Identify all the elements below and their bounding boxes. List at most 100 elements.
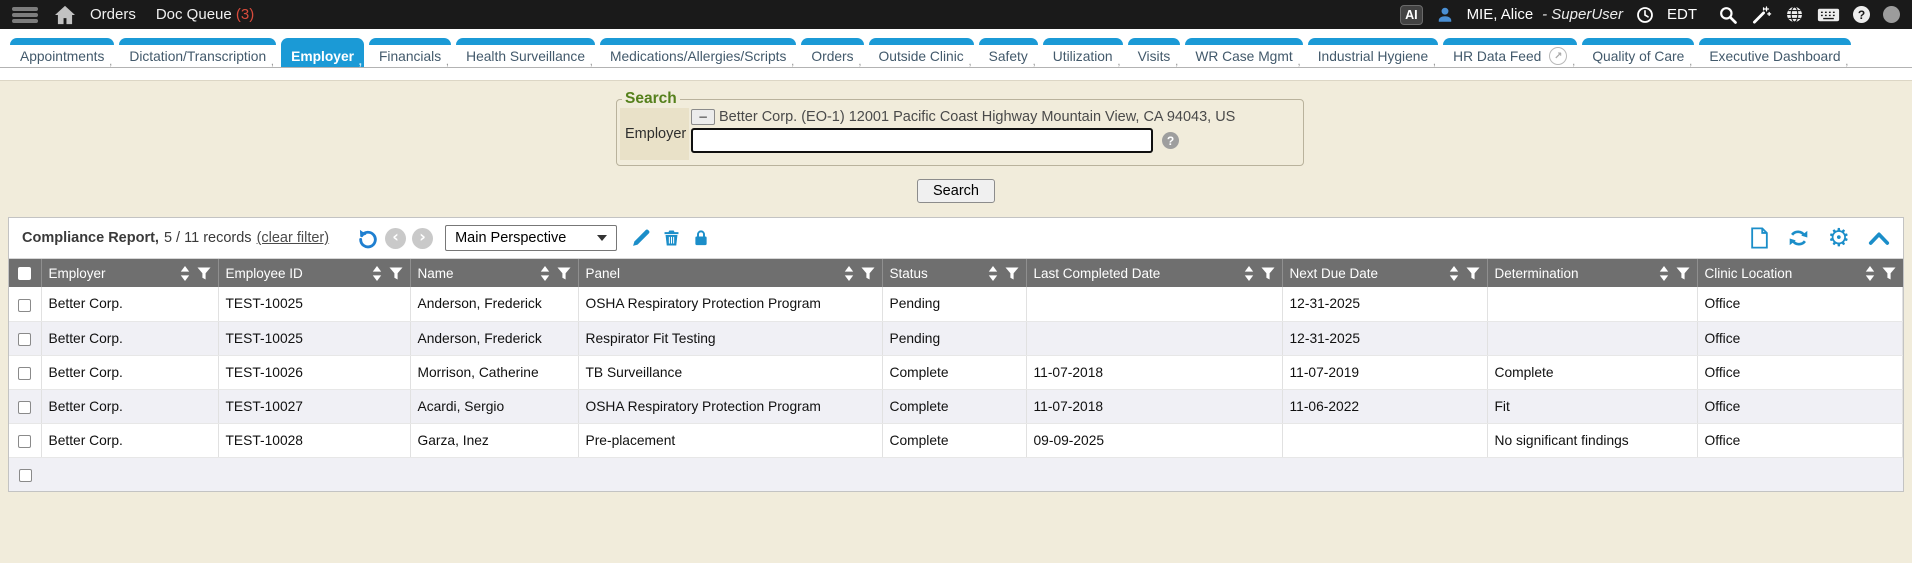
sort-icon[interactable] [988, 266, 998, 281]
tab-financials[interactable]: Financials [369, 38, 451, 67]
remove-employer-button[interactable]: − [691, 109, 715, 125]
cell-clinic-location: Office [1697, 287, 1903, 321]
home-icon[interactable] [54, 5, 76, 25]
selected-employer-value: Better Corp. (EO-1) 12001 Pacific Coast … [719, 109, 1235, 125]
new-entry-row[interactable] [9, 457, 1903, 491]
clear-filter-link[interactable]: (clear filter) [257, 230, 330, 246]
row-checkbox-cell [9, 389, 41, 423]
tab-health-surveillance[interactable]: Health Surveillance [456, 38, 595, 67]
cell-employer: Better Corp. [41, 355, 218, 389]
top-bar: Orders Doc Queue (3) AI MIE, Alice - Sup… [0, 0, 1912, 29]
tab-quality-of-care[interactable]: Quality of Care [1582, 38, 1694, 67]
delete-trash-icon[interactable] [662, 228, 681, 248]
tab-outside-clinic[interactable]: Outside Clinic [869, 38, 974, 67]
tab-orders[interactable]: Orders [801, 38, 863, 67]
new-row-checkbox[interactable] [19, 469, 32, 482]
doc-queue-menu-item[interactable]: Doc Queue (3) [156, 6, 254, 23]
row-checkbox[interactable] [18, 367, 31, 380]
tab-employer[interactable]: Employer [281, 38, 364, 67]
lock-icon[interactable] [692, 228, 710, 248]
column-header-name[interactable]: Name [410, 259, 578, 287]
search-icon[interactable] [1718, 5, 1738, 25]
sort-icon[interactable] [372, 266, 382, 281]
undo-icon[interactable] [357, 227, 379, 249]
next-page-icon[interactable]: › [412, 228, 433, 249]
tab-executive-dashboard[interactable]: Executive Dashboard [1699, 38, 1850, 67]
cell-employer: Better Corp. [41, 287, 218, 321]
cell-next-due-date: 11-07-2019 [1282, 355, 1487, 389]
timezone-label[interactable]: EDT [1667, 6, 1697, 23]
collapse-chevron-up-icon[interactable] [1868, 230, 1890, 246]
sort-icon[interactable] [540, 266, 550, 281]
filter-funnel-icon[interactable] [861, 267, 875, 280]
cell-clinic-location: Office [1697, 423, 1903, 457]
table-row[interactable]: Better Corp.TEST-10026Morrison, Catherin… [9, 355, 1903, 389]
sort-icon[interactable] [180, 266, 190, 281]
keyboard-icon[interactable] [1817, 6, 1840, 24]
sort-icon[interactable] [844, 266, 854, 281]
help-icon[interactable]: ? [1853, 6, 1870, 23]
row-checkbox[interactable] [18, 333, 31, 346]
tab-label: Health Surveillance [466, 49, 585, 64]
tab-appointments[interactable]: Appointments [10, 38, 114, 67]
tab-utilization[interactable]: Utilization [1043, 38, 1123, 67]
tab-industrial-hygiene[interactable]: Industrial Hygiene [1308, 38, 1438, 67]
column-header-determination[interactable]: Determination [1487, 259, 1697, 287]
user-menu[interactable]: MIE, Alice - SuperUser [1467, 6, 1623, 24]
chevron-down-icon [597, 235, 607, 241]
edit-pencil-icon[interactable] [631, 228, 651, 248]
row-checkbox-cell [9, 321, 41, 355]
column-header-clinic-location[interactable]: Clinic Location [1697, 259, 1903, 287]
new-document-icon[interactable] [1750, 227, 1769, 249]
filter-funnel-icon[interactable] [557, 267, 571, 280]
tab-visits[interactable]: Visits [1128, 38, 1181, 67]
filter-funnel-icon[interactable] [389, 267, 403, 280]
tab-medications-allergies-scripts[interactable]: Medications/Allergies/Scripts [600, 38, 796, 67]
field-help-icon[interactable]: ? [1162, 132, 1179, 149]
row-checkbox[interactable] [18, 435, 31, 448]
tab-safety[interactable]: Safety [979, 38, 1038, 67]
select-all-checkbox[interactable] [18, 267, 31, 280]
sort-icon[interactable] [1865, 266, 1875, 281]
column-header-last-completed-date[interactable]: Last Completed Date [1026, 259, 1282, 287]
column-header-employer[interactable]: Employer [41, 259, 218, 287]
filter-funnel-icon[interactable] [1882, 267, 1896, 280]
prev-page-icon[interactable]: ‹ [385, 228, 406, 249]
table-row[interactable]: Better Corp.TEST-10028Garza, InezPre-pla… [9, 423, 1903, 457]
orders-menu-item[interactable]: Orders [90, 6, 136, 23]
cell-determination [1487, 321, 1697, 355]
filter-funnel-icon[interactable] [1676, 267, 1690, 280]
perspective-select[interactable]: Main Perspective [445, 225, 617, 251]
column-header-next-due-date[interactable]: Next Due Date [1282, 259, 1487, 287]
tab-hr-data-feed[interactable]: HR Data Feed↗ [1443, 38, 1577, 67]
column-header-employee-id[interactable]: Employee ID [218, 259, 410, 287]
empty-cell [1487, 457, 1697, 491]
external-link-icon[interactable]: ↗ [1549, 47, 1567, 65]
column-header-panel[interactable]: Panel [578, 259, 882, 287]
column-header-status[interactable]: Status [882, 259, 1026, 287]
table-row[interactable]: Better Corp.TEST-10025Anderson, Frederic… [9, 321, 1903, 355]
row-checkbox[interactable] [18, 299, 31, 312]
row-checkbox[interactable] [18, 401, 31, 414]
settings-gear-icon[interactable]: ⚙ [1828, 227, 1850, 249]
filter-funnel-icon[interactable] [1005, 267, 1019, 280]
sort-icon[interactable] [1659, 266, 1669, 281]
employer-search-input[interactable] [691, 128, 1153, 153]
tab-dictation-transcription[interactable]: Dictation/Transcription [119, 38, 276, 67]
sort-icon[interactable] [1244, 266, 1254, 281]
sort-icon[interactable] [1449, 266, 1459, 281]
filter-funnel-icon[interactable] [1261, 267, 1275, 280]
tab-label: Appointments [20, 49, 104, 64]
refresh-icon[interactable] [1787, 227, 1810, 249]
wand-icon[interactable] [1751, 5, 1772, 25]
hamburger-menu-icon[interactable] [12, 7, 38, 23]
globe-icon[interactable] [1785, 5, 1804, 24]
filter-funnel-icon[interactable] [197, 267, 211, 280]
table-row[interactable]: Better Corp.TEST-10025Anderson, Frederic… [9, 287, 1903, 321]
ai-badge[interactable]: AI [1400, 5, 1423, 25]
table-row[interactable]: Better Corp.TEST-10027Acardi, SergioOSHA… [9, 389, 1903, 423]
empty-cell [1026, 457, 1282, 491]
search-button[interactable]: Search [917, 179, 995, 203]
tab-wr-case-mgmt[interactable]: WR Case Mgmt [1185, 38, 1302, 67]
filter-funnel-icon[interactable] [1466, 267, 1480, 280]
